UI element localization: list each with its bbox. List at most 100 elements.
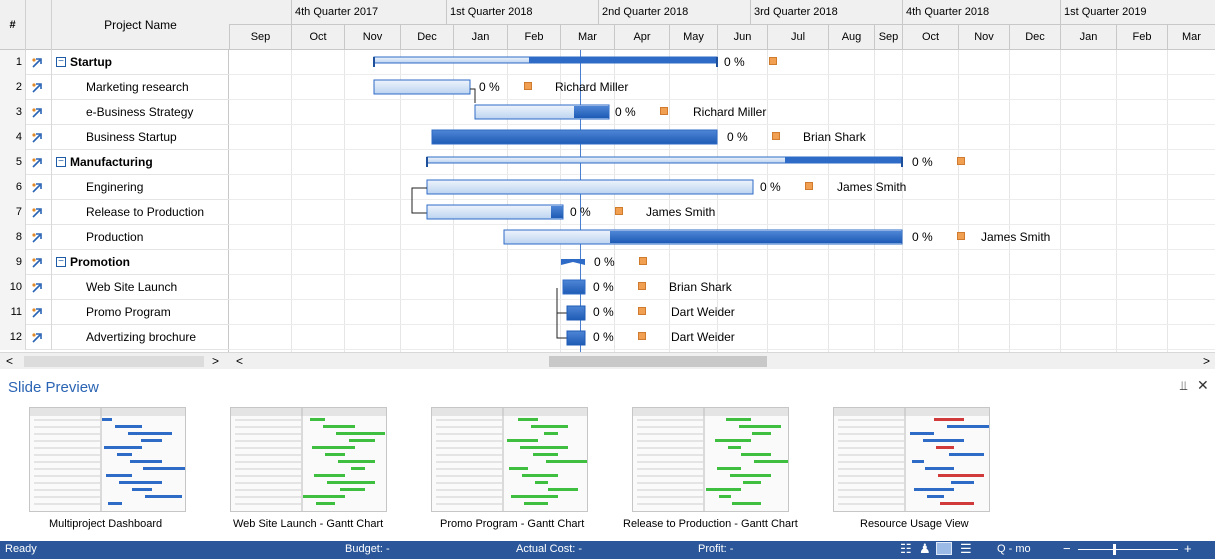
- task-indicator-icon: [26, 175, 52, 200]
- zoom-out-button[interactable]: −: [1063, 541, 1071, 556]
- pin-icon[interactable]: ⫫: [1180, 378, 1187, 394]
- task-bar-progress[interactable]: [574, 106, 609, 118]
- task-bar[interactable]: [373, 79, 471, 95]
- slide-caption[interactable]: Release to Production - Gantt Chart: [623, 518, 798, 530]
- summary-bar-progress[interactable]: [529, 57, 717, 63]
- task-name[interactable]: Promo Program: [86, 300, 171, 325]
- chart-scroll-thumb[interactable]: [549, 356, 767, 367]
- task-bar-progress[interactable]: [610, 231, 902, 243]
- task-resource: James Smith: [837, 180, 907, 194]
- slide-caption[interactable]: Multiproject Dashboard: [49, 518, 162, 530]
- task-row[interactable]: 10 Web Site Launch: [0, 275, 229, 300]
- slide-caption[interactable]: Promo Program - Gantt Chart: [440, 518, 584, 530]
- slide-thumbnail[interactable]: [431, 407, 588, 512]
- grid-scroll-thumb[interactable]: [24, 356, 204, 367]
- row-number: 11: [0, 300, 26, 325]
- task-percent: 0 %: [593, 280, 614, 294]
- indicator-header: [26, 0, 52, 50]
- gantt-view-icon[interactable]: ☷: [900, 541, 912, 557]
- collapse-icon[interactable]: −: [56, 257, 66, 267]
- summary-bar[interactable]: [561, 259, 585, 265]
- task-name[interactable]: Startup: [70, 50, 112, 75]
- task-name[interactable]: Advertizing brochure: [86, 325, 196, 350]
- task-row[interactable]: 11 Promo Program: [0, 300, 229, 325]
- task-indicator-icon: [26, 100, 52, 125]
- task-bar[interactable]: [562, 279, 586, 295]
- horizontal-scrollbar[interactable]: < > < >: [0, 352, 1215, 369]
- task-name[interactable]: Release to Production: [86, 200, 204, 225]
- dependency-line[interactable]: [411, 187, 427, 214]
- task-name[interactable]: Business Startup: [86, 125, 177, 150]
- slide-thumbnail[interactable]: [833, 407, 994, 512]
- dependency-line[interactable]: [470, 88, 476, 103]
- task-resource: James Smith: [981, 230, 1051, 244]
- task-resource: Richard Miller: [555, 80, 629, 94]
- task-row[interactable]: 2 Marketing research: [0, 75, 229, 100]
- chart-scroll-left-icon[interactable]: <: [236, 354, 243, 368]
- task-name[interactable]: e-Business Strategy: [86, 100, 193, 125]
- task-bar[interactable]: [431, 129, 718, 145]
- zoom-slider[interactable]: [1078, 549, 1178, 550]
- task-name[interactable]: Manufacturing: [70, 150, 153, 175]
- task-name[interactable]: Promotion: [70, 250, 130, 275]
- task-name[interactable]: Marketing research: [86, 75, 189, 100]
- gantt-chart[interactable]: 4th Quarter 2017 1st Quarter 2018 2nd Quar…: [229, 0, 1215, 352]
- collapse-icon[interactable]: −: [56, 57, 66, 67]
- row-number: 9: [0, 250, 26, 275]
- slide-caption[interactable]: Resource Usage View: [860, 518, 969, 530]
- task-indicator-icon: [26, 125, 52, 150]
- task-row[interactable]: 12 Advertizing brochure: [0, 325, 229, 350]
- task-percent: 0 %: [479, 80, 500, 94]
- task-name[interactable]: Web Site Launch: [86, 275, 177, 300]
- zoom-in-button[interactable]: +: [1184, 541, 1192, 556]
- task-name[interactable]: Production: [86, 225, 143, 250]
- task-row[interactable]: 4 Business Startup: [0, 125, 229, 150]
- task-row[interactable]: 6 Enginering: [0, 175, 229, 200]
- task-indicator-icon: [26, 325, 52, 350]
- resource-icon: [957, 157, 965, 165]
- task-row[interactable]: 3 e-Business Strategy: [0, 100, 229, 125]
- gantt-bars[interactable]: [229, 0, 1215, 352]
- task-row[interactable]: 7 Release to Production: [0, 200, 229, 225]
- task-row[interactable]: 8 Production: [0, 225, 229, 250]
- scroll-left-icon[interactable]: <: [6, 354, 13, 368]
- project-name-header[interactable]: Project Name: [52, 0, 229, 50]
- slide-thumbnail[interactable]: [230, 407, 387, 512]
- task-row[interactable]: 5 − Manufacturing: [0, 150, 229, 175]
- row-number: 2: [0, 75, 26, 100]
- slide-caption[interactable]: Web Site Launch - Gantt Chart: [233, 518, 383, 530]
- list-view-icon[interactable]: ☰: [960, 541, 972, 557]
- task-resource: James Smith: [646, 205, 716, 219]
- task-bar[interactable]: [426, 179, 754, 195]
- summary-bar-progress[interactable]: [785, 157, 902, 163]
- task-indicator-icon: [26, 50, 52, 75]
- zoom-slider-thumb[interactable]: [1113, 544, 1116, 555]
- task-bar[interactable]: [426, 204, 564, 220]
- split-view-icon[interactable]: [936, 542, 952, 555]
- resource-icon: [638, 282, 646, 290]
- status-bar: Ready Budget: - Actual Cost: - Profit: -…: [0, 541, 1215, 559]
- close-icon[interactable]: ✕: [1197, 377, 1209, 394]
- task-resource: Brian Shark: [669, 280, 732, 294]
- resource-icon: [957, 232, 965, 240]
- task-name[interactable]: Enginering: [86, 175, 143, 200]
- resource-icon: [639, 257, 647, 265]
- resource-view-icon[interactable]: ♟: [919, 541, 931, 557]
- resource-icon: [772, 132, 780, 140]
- slide-thumbnail[interactable]: [632, 407, 801, 512]
- chart-scroll-right-icon[interactable]: >: [1203, 354, 1210, 368]
- task-bar[interactable]: [566, 330, 586, 346]
- task-row[interactable]: 9 − Promotion: [0, 250, 229, 275]
- collapse-icon[interactable]: −: [56, 157, 66, 167]
- slide-preview-title: Slide Preview: [8, 379, 99, 396]
- task-bar[interactable]: [566, 305, 586, 321]
- scroll-right-icon[interactable]: >: [212, 354, 219, 368]
- task-bar-progress[interactable]: [551, 206, 563, 218]
- resource-icon: [805, 182, 813, 190]
- dependency-line[interactable]: [556, 313, 567, 339]
- task-percent: 0 %: [593, 330, 614, 344]
- slide-thumbnail[interactable]: [29, 407, 192, 512]
- task-row[interactable]: 1 − Startup: [0, 50, 229, 75]
- resource-icon: [660, 107, 668, 115]
- task-percent: 0 %: [760, 180, 781, 194]
